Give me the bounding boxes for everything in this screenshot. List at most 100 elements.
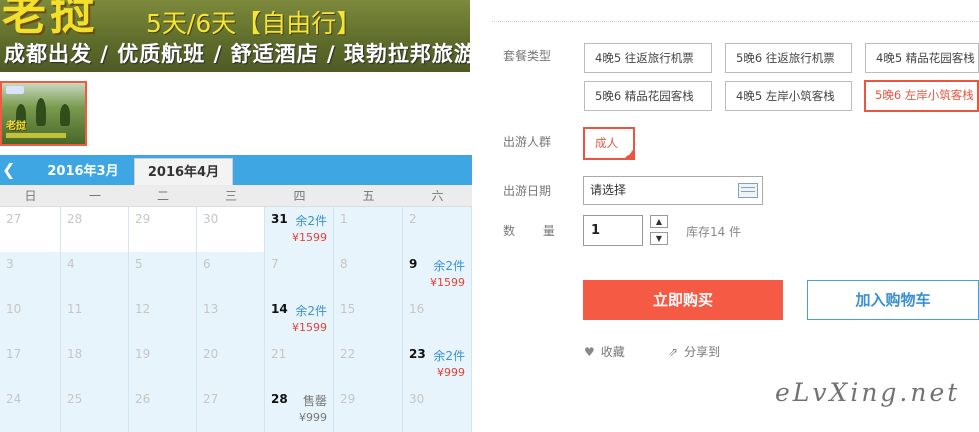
favorite-label: 收藏 bbox=[600, 345, 625, 359]
tab-month-march[interactable]: 2016年3月 bbox=[34, 158, 132, 185]
calendar-day-available[interactable]: 31 余2件 ¥1599 bbox=[265, 207, 334, 252]
day-number: 13 bbox=[203, 302, 219, 316]
package-option[interactable]: 4晚5 往返旅行机票 bbox=[584, 43, 712, 73]
calendar-day: 26 bbox=[129, 387, 197, 432]
day-number: 9 bbox=[409, 257, 418, 271]
day-price: ¥1599 bbox=[292, 231, 327, 244]
calendar-week-row: 10 11 12 13 14 余2件 ¥1599 15 16 bbox=[0, 297, 472, 342]
calendar-header: ❮ 2016年3月 2016年4月 bbox=[0, 155, 472, 185]
calendar-day: 22 bbox=[334, 342, 403, 387]
day-number: 11 bbox=[67, 302, 83, 316]
day-price: ¥999 bbox=[437, 366, 465, 379]
day-number: 10 bbox=[6, 302, 22, 316]
calendar-day: 15 bbox=[334, 297, 403, 342]
weekday-label: 六 bbox=[431, 189, 444, 203]
tree-shape bbox=[36, 98, 46, 126]
package-option[interactable]: 4晚5 左岸小筑客栈 bbox=[725, 81, 852, 111]
day-stock: 余2件 bbox=[433, 349, 465, 363]
calendar-day: 29 bbox=[334, 387, 403, 432]
day-number: 22 bbox=[340, 347, 356, 361]
package-option[interactable]: 5晚6 往返旅行机票 bbox=[725, 43, 852, 73]
calendar-day: 6 bbox=[197, 252, 265, 297]
day-number: 19 bbox=[135, 347, 151, 361]
calendar-day: 1 bbox=[334, 207, 403, 252]
day-number: 27 bbox=[6, 212, 22, 226]
calendar-grid: 27 28 29 30 31 余2件 ¥1599 1 2 3 4 5 6 7 8 9 余2件 ¥1599 10 11 1… bbox=[0, 207, 472, 432]
day-stock: 余2件 bbox=[295, 304, 327, 318]
favorite-link[interactable]: ♥ 收藏 bbox=[584, 343, 625, 360]
day-number: 2 bbox=[409, 212, 417, 226]
calendar-week-row: 24 25 26 27 28 售罄 ¥999 29 30 bbox=[0, 387, 472, 432]
group-label: 出游人群 bbox=[503, 135, 552, 149]
quantity-field[interactable]: 1 bbox=[583, 215, 643, 246]
share-link[interactable]: ⇗ 分享到 bbox=[668, 343, 720, 360]
chevron-left-icon[interactable]: ❮ bbox=[2, 160, 18, 180]
group-option-adult[interactable]: 成人 bbox=[583, 127, 635, 160]
day-stock: 余2件 bbox=[433, 259, 465, 273]
calendar-day: 13 bbox=[197, 297, 265, 342]
day-number: 18 bbox=[67, 347, 83, 361]
calendar-day-available[interactable]: 23 余2件 ¥999 bbox=[403, 342, 472, 387]
calendar-week-row: 27 28 29 30 31 余2件 ¥1599 1 2 bbox=[0, 207, 472, 252]
calendar-day-available[interactable]: 28 售罄 ¥999 bbox=[265, 387, 334, 432]
calendar-day: 20 bbox=[197, 342, 265, 387]
tree-shape bbox=[60, 104, 70, 126]
day-number: 6 bbox=[203, 257, 211, 271]
day-number: 31 bbox=[271, 212, 288, 226]
calendar-day-available[interactable]: 14 余2件 ¥1599 bbox=[265, 297, 334, 342]
calendar-day: 7 bbox=[265, 252, 334, 297]
day-price: ¥1599 bbox=[430, 276, 465, 289]
quantity-decrease-button[interactable]: ▼ bbox=[650, 232, 668, 245]
departure-date-field[interactable]: 请选择 bbox=[583, 176, 763, 205]
day-number: 4 bbox=[67, 257, 75, 271]
thumbnail-logo bbox=[6, 86, 24, 94]
day-number: 29 bbox=[340, 392, 356, 406]
check-corner-icon bbox=[624, 149, 633, 158]
calendar-day: 21 bbox=[265, 342, 334, 387]
calendar-day: 24 bbox=[0, 387, 61, 432]
day-number: 28 bbox=[271, 392, 288, 406]
weekday-label: 二 bbox=[156, 189, 169, 203]
calendar-week-row: 17 18 19 20 21 22 23 余2件 ¥999 bbox=[0, 342, 472, 387]
group-option-label: 成人 bbox=[595, 136, 618, 150]
weekday-label: 一 bbox=[88, 189, 101, 203]
package-option[interactable]: 5晚6 精品花园客栈 bbox=[584, 81, 712, 111]
calendar-day: 29 bbox=[129, 207, 197, 252]
day-number: 27 bbox=[203, 392, 219, 406]
divider bbox=[492, 21, 979, 22]
package-type-label: 套餐类型 bbox=[503, 49, 552, 63]
day-number: 5 bbox=[135, 257, 143, 271]
package-option[interactable]: 4晚5 精品花园客栈 bbox=[865, 43, 979, 73]
package-option-selected[interactable]: 5晚6 左岸小筑客栈 bbox=[864, 80, 979, 112]
calendar-icon[interactable] bbox=[738, 183, 758, 198]
add-to-cart-button[interactable]: 加入购物车 bbox=[807, 280, 979, 320]
buy-now-button[interactable]: 立即购买 bbox=[583, 280, 783, 320]
day-number: 16 bbox=[409, 302, 425, 316]
calendar-day: 2 bbox=[403, 207, 472, 252]
calendar-day: 19 bbox=[129, 342, 197, 387]
weekday-label: 三 bbox=[224, 189, 237, 203]
weekday-label: 日 bbox=[24, 189, 37, 203]
day-number: 26 bbox=[135, 392, 151, 406]
day-number: 3 bbox=[6, 257, 14, 271]
package-option-label: 5晚6 左岸小筑客栈 bbox=[875, 88, 974, 102]
calendar-weekday-row: 日一二三四五六 bbox=[0, 185, 472, 207]
calendar-day: 30 bbox=[197, 207, 265, 252]
day-number: 12 bbox=[135, 302, 151, 316]
banner-days: 5天/6天【自由行】 bbox=[146, 9, 362, 38]
product-thumbnail[interactable]: 老挝 bbox=[0, 81, 87, 146]
calendar-day: 10 bbox=[0, 297, 61, 342]
weekday-label: 五 bbox=[362, 189, 375, 203]
tab-month-april[interactable]: 2016年4月 bbox=[134, 158, 233, 185]
calendar-day: 8 bbox=[334, 252, 403, 297]
calendar-day: 25 bbox=[61, 387, 129, 432]
calendar-day: 5 bbox=[129, 252, 197, 297]
heart-icon: ♥ bbox=[584, 345, 595, 359]
calendar-day-available[interactable]: 9 余2件 ¥1599 bbox=[403, 252, 472, 297]
date-label: 出游日期 bbox=[503, 184, 552, 198]
day-number: 21 bbox=[271, 347, 287, 361]
day-number: 20 bbox=[203, 347, 219, 361]
quantity-increase-button[interactable]: ▲ bbox=[650, 215, 668, 228]
departure-calendar: ❮ 2016年3月 2016年4月 日一二三四五六 27 28 29 30 31 余2件 ¥… bbox=[0, 155, 472, 432]
day-number: 28 bbox=[67, 212, 83, 226]
